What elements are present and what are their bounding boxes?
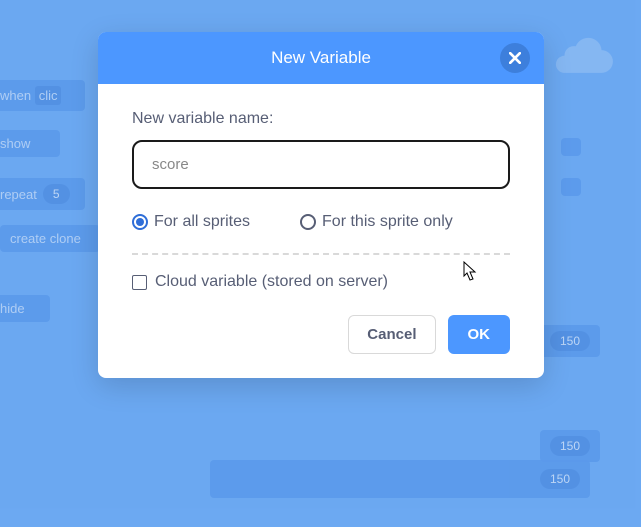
radio-for-all-sprites[interactable]: For all sprites (132, 213, 250, 231)
cancel-button[interactable]: Cancel (348, 315, 435, 354)
radio-all-label: For all sprites (154, 213, 250, 231)
close-button[interactable] (500, 43, 530, 73)
cloud-variable-checkbox[interactable]: Cloud variable (stored on server) (132, 273, 510, 291)
close-icon (509, 52, 521, 64)
dialog-header: New Variable (98, 32, 544, 84)
checkbox-unchecked-icon (132, 275, 147, 290)
radio-selected-icon (132, 214, 148, 230)
dialog-title: New Variable (271, 48, 371, 67)
radio-for-this-sprite[interactable]: For this sprite only (300, 213, 453, 231)
radio-unselected-icon (300, 214, 316, 230)
cloud-variable-label: Cloud variable (stored on server) (155, 273, 388, 291)
radio-this-label: For this sprite only (322, 213, 453, 231)
divider (132, 253, 510, 255)
variable-name-label: New variable name: (132, 110, 510, 128)
variable-name-input[interactable] (132, 140, 510, 189)
ok-button[interactable]: OK (448, 315, 511, 354)
cursor-pointer-icon (458, 260, 478, 284)
new-variable-dialog: New Variable New variable name: For all … (98, 32, 544, 378)
